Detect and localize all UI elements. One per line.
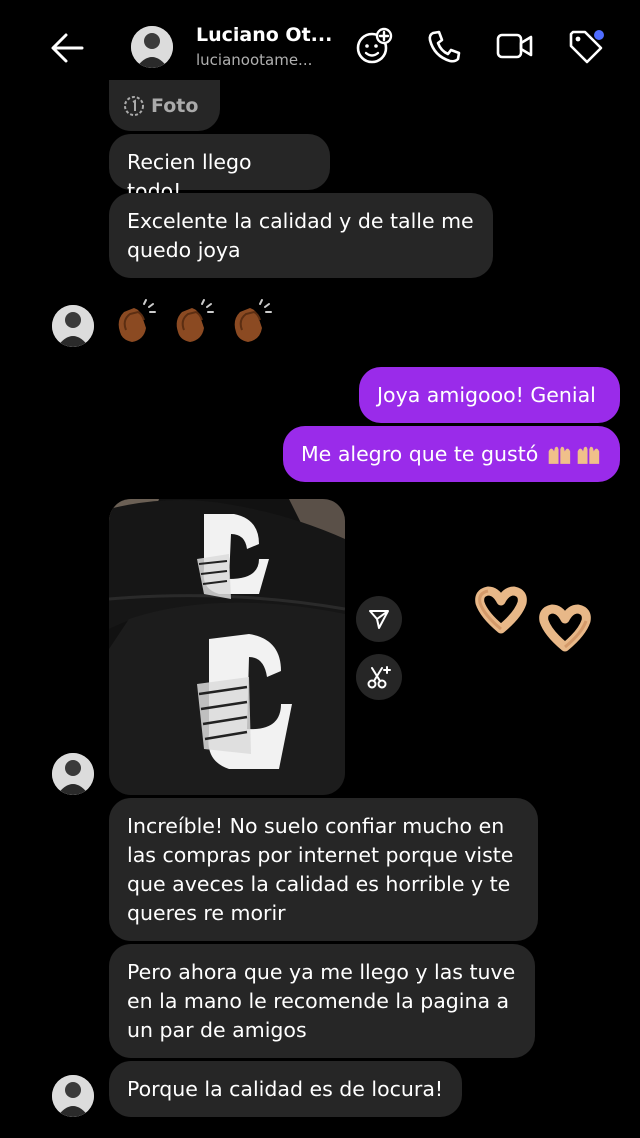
share-icon: [369, 610, 389, 629]
clap-emoji-message[interactable]: [110, 298, 274, 346]
notification-dot: [594, 30, 604, 40]
video-camera-icon: [496, 33, 533, 59]
heart-hands-reaction[interactable]: [470, 585, 596, 657]
foto-label: Foto: [151, 94, 199, 117]
heart-hands-icon: [475, 586, 527, 634]
tshirt-photo: [109, 499, 345, 795]
view-once-icon: [124, 95, 144, 116]
back-arrow-icon: [51, 33, 84, 63]
message-incoming[interactable]: Excelente la calidad y de talle me quedo…: [109, 193, 493, 278]
clapping-hands-icon: [118, 299, 156, 342]
message-outgoing-text: Me alegro que te gustó: [301, 441, 539, 466]
raised-hands-icon: [548, 446, 571, 464]
contact-avatar[interactable]: [131, 26, 173, 68]
call-button[interactable]: [424, 25, 464, 67]
message-incoming[interactable]: Pero ahora que ya me llego y las tuve en…: [109, 944, 535, 1058]
clapping-hands-icon: [176, 299, 214, 342]
sticker-button[interactable]: [354, 25, 394, 67]
phone-icon: [428, 30, 461, 63]
contact-username[interactable]: lucianootame...: [196, 51, 312, 69]
heart-hands-icon: [539, 604, 591, 652]
message-outgoing[interactable]: Me alegro que te gustó: [283, 426, 620, 482]
back-button[interactable]: [46, 26, 90, 70]
sender-avatar[interactable]: [52, 305, 94, 347]
video-call-button[interactable]: [494, 25, 534, 67]
message-outgoing[interactable]: Joya amigooo! Genial: [359, 367, 620, 423]
raised-hands-icon: [577, 446, 600, 464]
photo-count-label[interactable]: Foto: [109, 80, 220, 131]
contact-name[interactable]: Luciano Ot...: [196, 24, 332, 46]
message-incoming[interactable]: Porque la calidad es de locura!: [109, 1061, 462, 1117]
photo-message[interactable]: [109, 499, 345, 795]
message-incoming[interactable]: Recien llego todo!: [109, 134, 330, 203]
sender-avatar[interactable]: [52, 1075, 94, 1117]
remix-button[interactable]: [356, 654, 402, 700]
sticker-add-icon: [356, 27, 393, 64]
scissors-sparkle-icon: [367, 666, 391, 689]
message-incoming[interactable]: Increíble! No suelo confiar mucho en las…: [109, 798, 538, 941]
clapping-hands-icon: [234, 299, 272, 342]
share-button[interactable]: [356, 596, 402, 642]
sender-avatar[interactable]: [52, 753, 94, 795]
